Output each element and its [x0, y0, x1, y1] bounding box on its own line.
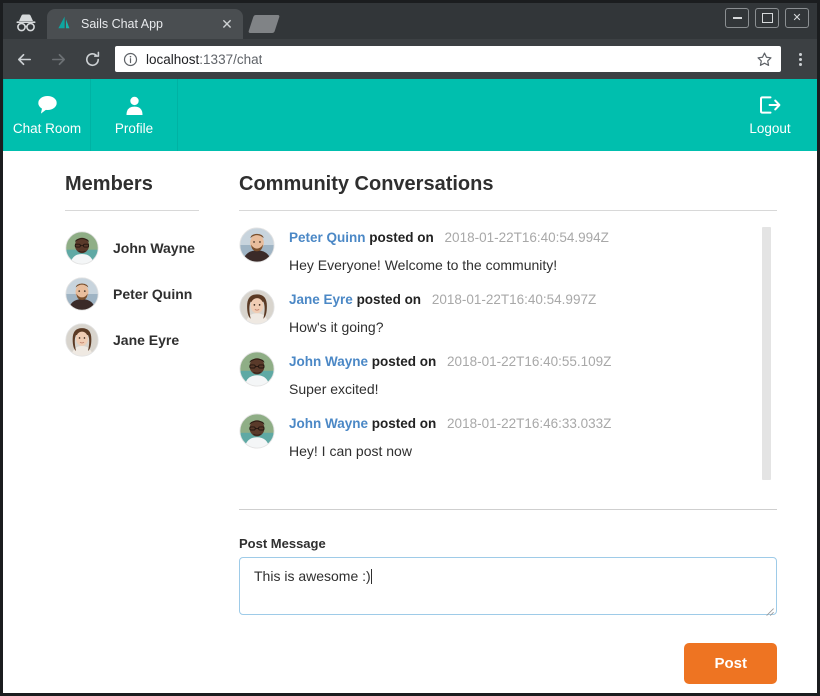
back-arrow-icon[interactable]: [11, 46, 37, 72]
person-icon: [124, 94, 145, 116]
message-item: John Wayne posted on 2018-01-22T16:46:33…: [239, 413, 777, 459]
message-author[interactable]: John Wayne: [289, 416, 368, 431]
page-content: Members: [3, 151, 817, 693]
member-name: Peter Quinn: [113, 286, 192, 302]
url-host: localhost: [146, 52, 199, 67]
message-item: Peter Quinn posted on 2018-01-22T16:40:5…: [239, 227, 777, 273]
app-navbar: Chat Room Profile: [3, 79, 817, 151]
three-dots-menu-icon[interactable]: [789, 51, 811, 68]
nav-item-chat-room[interactable]: Chat Room: [3, 79, 91, 151]
text-caret: [371, 569, 372, 584]
avatar-jane-eyre: [65, 323, 99, 357]
message-timestamp: 2018-01-22T16:40:54.994Z: [445, 230, 609, 245]
message-header: Jane Eyre posted on 2018-01-22T16:40:54.…: [289, 291, 753, 309]
form-divider: [239, 509, 777, 510]
member-name: Jane Eyre: [113, 332, 179, 348]
tab-bar: Sails Chat App ✕ ✕: [3, 3, 817, 39]
post-button[interactable]: Post: [684, 643, 777, 684]
message-list: Peter Quinn posted on 2018-01-22T16:40:5…: [239, 211, 777, 499]
message-timestamp: 2018-01-22T16:40:55.109Z: [447, 354, 611, 369]
sign-out-icon: [758, 94, 782, 116]
member-list-item[interactable]: John Wayne: [65, 231, 239, 265]
message-text: Hey Everyone! Welcome to the community!: [289, 257, 753, 273]
window-controls: ✕: [725, 8, 809, 28]
message-timestamp: 2018-01-22T16:46:33.033Z: [447, 416, 611, 431]
star-icon[interactable]: [756, 51, 773, 68]
message-timestamp: 2018-01-22T16:40:54.997Z: [432, 292, 596, 307]
page-viewport: Chat Room Profile: [3, 79, 817, 693]
window-close-button[interactable]: ✕: [785, 8, 809, 28]
avatar-peter-quinn: [65, 277, 99, 311]
message-verb: posted on: [357, 292, 422, 307]
minimize-button[interactable]: [725, 8, 749, 28]
members-title: Members: [65, 173, 239, 196]
message-verb: posted on: [372, 354, 437, 369]
message-author[interactable]: John Wayne: [289, 354, 368, 369]
nav-item-logout[interactable]: Logout: [723, 79, 817, 151]
nav-item-profile[interactable]: Profile: [91, 79, 178, 151]
member-name: John Wayne: [113, 240, 195, 256]
url-text: localhost:1337/chat: [146, 52, 262, 67]
message-header: John Wayne posted on 2018-01-22T16:46:33…: [289, 415, 753, 433]
browser-tab[interactable]: Sails Chat App ✕: [47, 9, 243, 39]
member-list-item[interactable]: Jane Eyre: [65, 323, 239, 357]
members-divider: [65, 210, 199, 211]
message-body: Peter Quinn posted on 2018-01-22T16:40:5…: [289, 227, 753, 273]
post-message-label: Post Message: [239, 536, 777, 551]
message-verb: posted on: [369, 230, 434, 245]
tab-title: Sails Chat App: [81, 17, 219, 31]
reload-icon[interactable]: [79, 46, 105, 72]
message-item: John Wayne posted on 2018-01-22T16:40:55…: [239, 351, 777, 397]
message-body: Jane Eyre posted on 2018-01-22T16:40:54.…: [289, 289, 753, 335]
message-text: How's it going?: [289, 319, 753, 335]
message-item: Jane Eyre posted on 2018-01-22T16:40:54.…: [239, 289, 777, 335]
new-tab-icon[interactable]: [248, 15, 280, 33]
sails-logo-icon: [55, 15, 73, 33]
address-bar[interactable]: localhost:1337/chat: [115, 46, 781, 72]
members-panel: Members: [3, 173, 239, 693]
post-message-input[interactable]: This is awesome :): [239, 557, 777, 615]
incognito-icon: [11, 10, 41, 34]
message-verb: posted on: [372, 416, 437, 431]
avatar-jane-eyre: [239, 289, 275, 325]
browser-window: Sails Chat App ✕ ✕: [0, 0, 820, 696]
member-list-item[interactable]: Peter Quinn: [65, 277, 239, 311]
message-text: Hey! I can post now: [289, 443, 753, 459]
close-icon[interactable]: ✕: [219, 16, 235, 32]
conversations-panel: Community Conversations: [239, 173, 817, 693]
conversations-title: Community Conversations: [239, 173, 777, 196]
browser-toolbar: localhost:1337/chat: [3, 39, 817, 79]
post-button-row: Post: [239, 643, 777, 684]
message-body: John Wayne posted on 2018-01-22T16:40:55…: [289, 351, 753, 397]
forward-arrow-icon: [45, 46, 71, 72]
resize-handle-icon[interactable]: [765, 603, 774, 612]
url-path: :1337/chat: [199, 52, 262, 67]
message-author[interactable]: Peter Quinn: [289, 230, 366, 245]
message-text: Super excited!: [289, 381, 753, 397]
chat-bubble-icon: [35, 94, 60, 116]
info-circle-icon[interactable]: [123, 52, 138, 67]
message-author[interactable]: Jane Eyre: [289, 292, 353, 307]
nav-label: Chat Room: [13, 121, 81, 136]
nav-label: Logout: [749, 121, 790, 136]
message-list-scrollbar[interactable]: [762, 227, 771, 480]
post-message-value: This is awesome :): [254, 568, 371, 584]
avatar-peter-quinn: [239, 227, 275, 263]
maximize-button[interactable]: [755, 8, 779, 28]
avatar-john-wayne: [65, 231, 99, 265]
avatar-john-wayne: [239, 413, 275, 449]
message-header: Peter Quinn posted on 2018-01-22T16:40:5…: [289, 229, 753, 247]
message-body: John Wayne posted on 2018-01-22T16:46:33…: [289, 413, 753, 459]
avatar-john-wayne: [239, 351, 275, 387]
nav-label: Profile: [115, 121, 153, 136]
message-header: John Wayne posted on 2018-01-22T16:40:55…: [289, 353, 753, 371]
